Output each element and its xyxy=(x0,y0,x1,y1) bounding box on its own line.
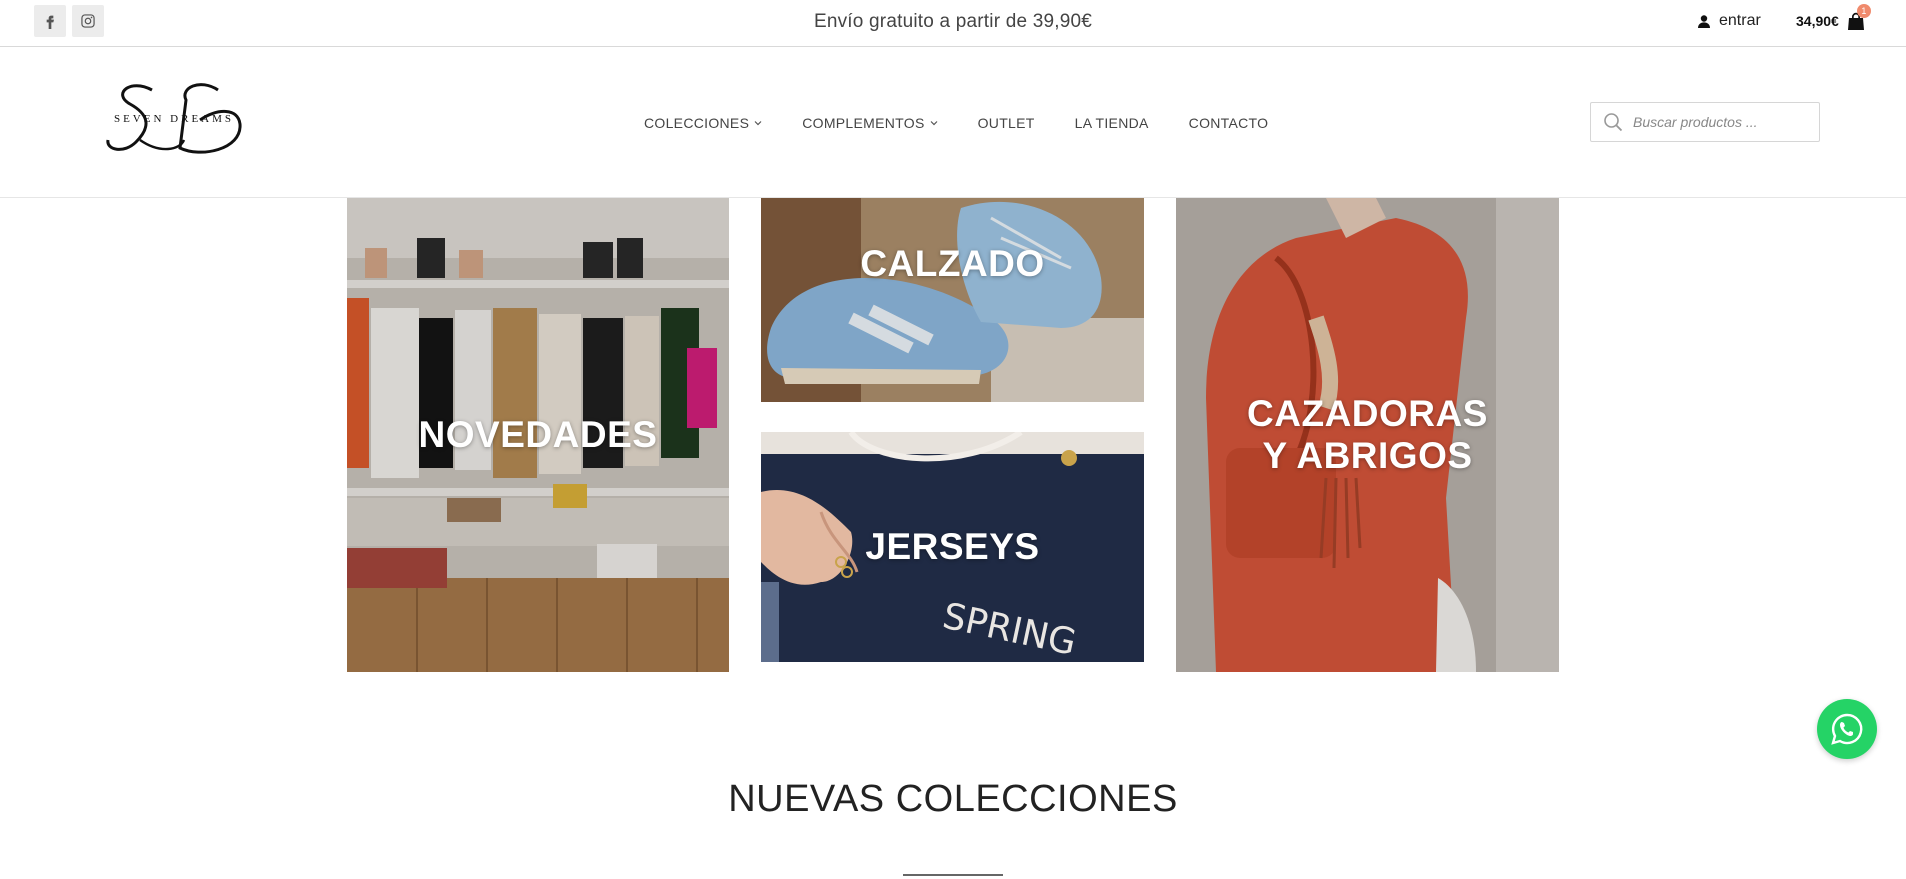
nav-label: LA TIENDA xyxy=(1074,114,1149,131)
nav-label: COLECCIONES xyxy=(644,114,750,131)
nav-item-colecciones[interactable]: COLECCIONES xyxy=(644,115,762,131)
nav-label: COMPLEMENTOS xyxy=(802,114,925,131)
site-logo[interactable]: SEVEN DREAMS xyxy=(100,80,248,158)
whatsapp-chat-button[interactable] xyxy=(1817,699,1877,759)
category-tile-calzado[interactable]: CALZADO xyxy=(761,198,1144,402)
svg-text:SEVEN DREAMS: SEVEN DREAMS xyxy=(114,113,234,125)
login-label: entrar xyxy=(1719,12,1761,29)
search-icon xyxy=(1604,113,1623,132)
section-title: NUEVAS COLECCIONES xyxy=(728,778,1178,820)
shopping-bag-icon: 1 xyxy=(1847,4,1871,31)
login-link[interactable]: entrar xyxy=(1698,10,1761,32)
product-search xyxy=(1590,102,1820,142)
category-tile-jerseys[interactable]: SPRING JERSEYS xyxy=(761,432,1144,662)
nav-label: CONTACTO xyxy=(1188,114,1269,131)
chevron-down-icon xyxy=(754,120,762,125)
category-tile-cazadoras-y-abrigos[interactable]: CAZADORAS Y ABRIGOS xyxy=(1176,198,1559,672)
chevron-down-icon xyxy=(930,120,938,125)
free-shipping-banner: Envío gratuito a partir de 39,90€ xyxy=(813,11,1093,32)
main-nav: COLECCIONES COMPLEMENTOS OUTLET LA TIEND… xyxy=(644,47,1308,198)
whatsapp-icon xyxy=(1831,713,1863,745)
search-input[interactable] xyxy=(1633,114,1803,130)
category-label: CAZADORAS Y ABRIGOS xyxy=(1247,393,1488,476)
cart-count-badge: 1 xyxy=(1856,4,1871,18)
top-bar: Envío gratuito a partir de 39,90€ entrar… xyxy=(0,0,1906,47)
cart-total: 34,90€ xyxy=(1796,13,1839,29)
nav-label: OUTLET xyxy=(977,114,1035,131)
category-label: CALZADO xyxy=(860,243,1045,284)
user-icon xyxy=(1698,14,1710,28)
category-tile-novedades[interactable]: NOVEDADES xyxy=(347,198,729,672)
sneakers-image xyxy=(761,198,1144,402)
nav-item-contacto[interactable]: CONTACTO xyxy=(1189,115,1269,131)
category-label: JERSEYS xyxy=(865,526,1040,567)
site-header: SEVEN DREAMS COLECCIONES COMPLEMENTOS OU… xyxy=(0,47,1906,198)
section-divider xyxy=(903,874,1003,876)
category-label: NOVEDADES xyxy=(418,414,658,455)
cart-button[interactable]: 34,90€ 1 xyxy=(1796,4,1871,34)
nav-item-la-tienda[interactable]: LA TIENDA xyxy=(1075,115,1149,131)
nav-item-complementos[interactable]: COMPLEMENTOS xyxy=(802,114,938,131)
nav-item-outlet[interactable]: OUTLET xyxy=(978,115,1035,131)
